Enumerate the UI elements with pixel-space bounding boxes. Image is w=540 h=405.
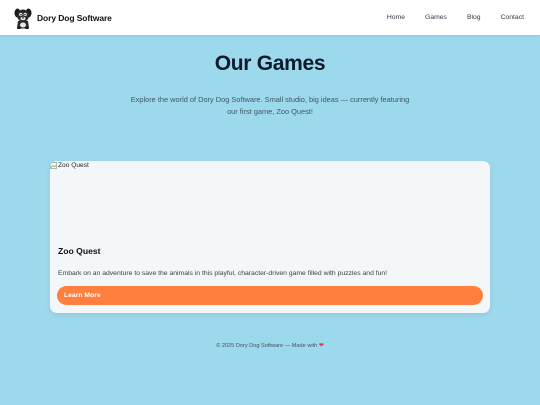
footer-text: © 2025 Dory Dog Software — Made with <box>216 343 318 349</box>
nav-link-contact[interactable]: Contact <box>501 14 524 21</box>
page-title: Our Games <box>214 52 326 75</box>
page-subtitle: Explore the world of Dory Dog Software. … <box>130 95 410 116</box>
brand-name: Dory Dog Software <box>37 12 112 23</box>
heart-icon: ❤ <box>318 343 324 349</box>
learn-more-button[interactable]: Learn More <box>57 286 483 305</box>
brand[interactable]: Dory Dog Software <box>13 6 112 29</box>
nav-link-games[interactable]: Games <box>425 14 447 21</box>
game-image-alt: Zoo Quest <box>58 162 89 169</box>
navbar: Dory Dog Software Home Games Blog Contac… <box>0 0 540 35</box>
footer: © 2025 Dory Dog Software — Made with ❤ <box>0 342 540 349</box>
nav-link-home[interactable]: Home <box>387 14 405 21</box>
game-title: Zoo Quest <box>58 246 101 256</box>
game-card: Zoo Quest Zoo Quest Embark on an adventu… <box>50 161 490 313</box>
nav-link-blog[interactable]: Blog <box>467 14 481 21</box>
game-image: Zoo Quest <box>50 162 89 169</box>
nav-links: Home Games Blog Contact <box>367 0 524 35</box>
dog-logo-icon <box>14 8 32 29</box>
game-description: Embark on an adventure to save the anima… <box>58 270 388 277</box>
broken-image-icon <box>50 162 57 169</box>
